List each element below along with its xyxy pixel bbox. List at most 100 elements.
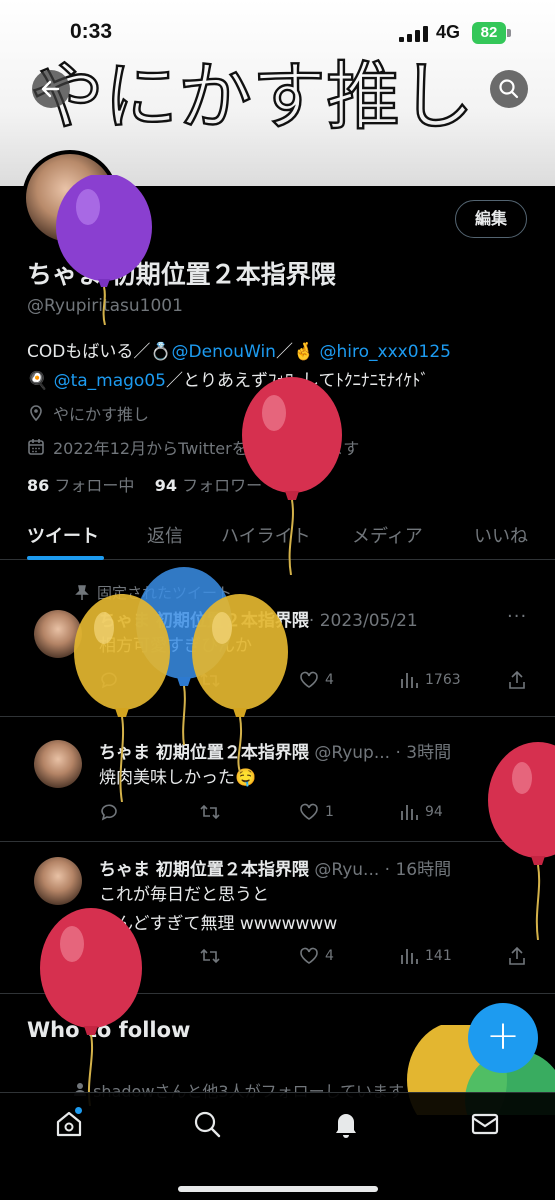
tweet-meta: · 2023/05/21 xyxy=(308,611,418,631)
ring-emoji-icon: 💍 xyxy=(150,342,172,362)
tweet-actions: 4 141 xyxy=(99,946,529,968)
egg-emoji-icon: 🍳 xyxy=(27,371,49,391)
bottom-navigation xyxy=(0,1092,555,1200)
joined-text: 2022年12月からTwitterを利用しています xyxy=(53,439,360,458)
svg-text:やにかす推し: やにかす推し xyxy=(30,54,474,140)
edit-profile-button[interactable]: 編集 xyxy=(455,200,527,238)
bio-text: ／とりあえずﾌｫﾛｰしてﾄｸﾆﾅﾆﾓﾅｲｹﾄﾞ xyxy=(165,371,429,391)
share-icon xyxy=(509,670,525,689)
tweet-line: 焼肉美味しかった🤤 xyxy=(99,768,257,788)
nav-messages[interactable] xyxy=(470,1109,500,1139)
like-button[interactable]: 1 xyxy=(299,802,334,822)
banner-handwriting: やにかす推し xyxy=(29,53,475,140)
pinned-text: 固定されたツイート xyxy=(97,584,233,602)
tweet-avatar[interactable] xyxy=(34,740,82,788)
tab-highlights[interactable]: ハイライト xyxy=(221,522,311,548)
views-count: 1763 xyxy=(425,672,461,688)
location-text: やにかす推し xyxy=(53,405,150,424)
reply-button[interactable] xyxy=(99,802,125,822)
nav-search[interactable] xyxy=(192,1109,222,1139)
profile-bio: CODもばいる／💍@DenouWin／🤞 @hiro_xxx0125 🍳 @ta… xyxy=(27,338,537,396)
reply-button[interactable] xyxy=(99,946,125,966)
tweet-text: 焼肉美味しかった🤤 xyxy=(99,764,256,793)
tab-media[interactable]: メディア xyxy=(352,522,423,548)
who-to-follow-heading: Who to follow xyxy=(27,1018,191,1042)
share-button[interactable] xyxy=(507,946,527,966)
hand-emoji-icon: 🤞 xyxy=(292,342,315,362)
views-count: 141 xyxy=(425,948,452,964)
joined-row: 2022年12月からTwitterを利用しています xyxy=(27,435,359,459)
tweet-avatar[interactable] xyxy=(34,857,82,905)
tweet-line: 相方可愛すぎひんか xyxy=(99,636,252,656)
tweet-line: しんどすぎて無理 wwwwwww xyxy=(99,914,338,934)
views-chart-icon xyxy=(401,673,418,688)
share-button[interactable] xyxy=(507,802,527,822)
heart-icon xyxy=(300,803,318,820)
search-icon xyxy=(194,1111,221,1138)
mention-link[interactable]: @DenouWin xyxy=(172,342,276,362)
like-count: 4 xyxy=(325,672,334,688)
mention-link[interactable]: @hiro_xxx0125 xyxy=(320,342,451,362)
bell-icon xyxy=(336,1114,356,1138)
mention-link[interactable]: @ta_mago05 xyxy=(54,371,166,391)
followers-link[interactable]: 94 フォロワー xyxy=(155,476,262,495)
retweet-button[interactable] xyxy=(199,946,227,966)
share-icon xyxy=(509,802,525,821)
retweet-button[interactable] xyxy=(199,802,227,822)
tweet-meta: @Ryup... · 3時間 xyxy=(308,743,452,763)
display-name: ちゃま 初期位置２本指界隈 xyxy=(27,260,336,289)
pinned-label: 固定されたツイート xyxy=(75,582,232,603)
like-count: 4 xyxy=(325,948,334,964)
reply-icon xyxy=(101,948,117,965)
following-link[interactable]: 86 フォロー中 xyxy=(27,476,134,495)
reply-button[interactable] xyxy=(99,670,125,690)
nav-home[interactable] xyxy=(54,1106,84,1139)
bio-separator: ／ xyxy=(275,342,293,362)
profile-avatar[interactable] xyxy=(22,150,118,246)
back-button[interactable] xyxy=(32,70,70,108)
tweet-header: ちゃま 初期位置２本指界隈· 2023/05/21 xyxy=(99,606,539,631)
compose-tweet-button[interactable]: + xyxy=(468,1003,538,1073)
pin-icon xyxy=(75,584,89,600)
tab-likes[interactable]: いいね xyxy=(474,522,528,548)
user-handle: @Ryupiritasu1001 xyxy=(27,296,183,316)
share-icon xyxy=(509,946,525,965)
views-button[interactable]: 141 xyxy=(399,946,452,966)
more-icon[interactable]: ··· xyxy=(507,606,527,627)
arrow-left-icon xyxy=(41,80,60,98)
tweet-actions: 4 1763 xyxy=(99,670,529,692)
following-count: 86 xyxy=(27,476,50,495)
tweet-text: 相方可愛すぎひんか xyxy=(99,632,252,661)
retweet-icon xyxy=(200,672,220,688)
tab-replies[interactable]: 返信 xyxy=(147,522,183,548)
views-button[interactable]: 1763 xyxy=(399,670,461,690)
profile-tabs: ツイート 返信 ハイライト メディア いいね xyxy=(0,508,555,560)
bio-text: CODもばいる／ xyxy=(27,342,151,362)
like-button[interactable]: 4 xyxy=(299,670,334,690)
tweet-header: ちゃま 初期位置２本指界隈 @Ryup... · 3時間 xyxy=(99,738,539,763)
tweet-avatar[interactable] xyxy=(34,610,82,658)
following-label: フォロー中 xyxy=(54,476,135,495)
retweet-button[interactable] xyxy=(199,670,227,690)
status-time: 0:33 xyxy=(70,20,113,43)
tab-tweets[interactable]: ツイート xyxy=(27,522,99,548)
views-chart-icon xyxy=(401,949,418,964)
search-button[interactable] xyxy=(490,70,528,108)
tweet-author: ちゃま 初期位置２本指界隈 xyxy=(99,860,309,880)
tweet-author: ちゃま 初期位置２本指界隈 xyxy=(99,611,309,631)
active-tab-indicator xyxy=(27,556,104,560)
tweet-header: ちゃま 初期位置２本指界隈 @Ryu... · 16時間 xyxy=(99,855,539,880)
network-type: 4G xyxy=(436,22,461,42)
signal-icon xyxy=(399,26,428,42)
location-pin-icon xyxy=(30,405,42,422)
views-button[interactable]: 94 xyxy=(399,802,443,822)
share-button[interactable] xyxy=(507,670,527,690)
nav-notifications[interactable] xyxy=(331,1109,361,1139)
retweet-icon xyxy=(200,804,220,820)
like-count: 1 xyxy=(325,804,334,820)
like-button[interactable]: 4 xyxy=(299,946,334,966)
followers-label: フォロワー xyxy=(182,476,263,495)
tweet-meta: @Ryu... · 16時間 xyxy=(308,860,452,880)
mail-icon xyxy=(471,1113,499,1135)
followers-count: 94 xyxy=(154,476,177,495)
